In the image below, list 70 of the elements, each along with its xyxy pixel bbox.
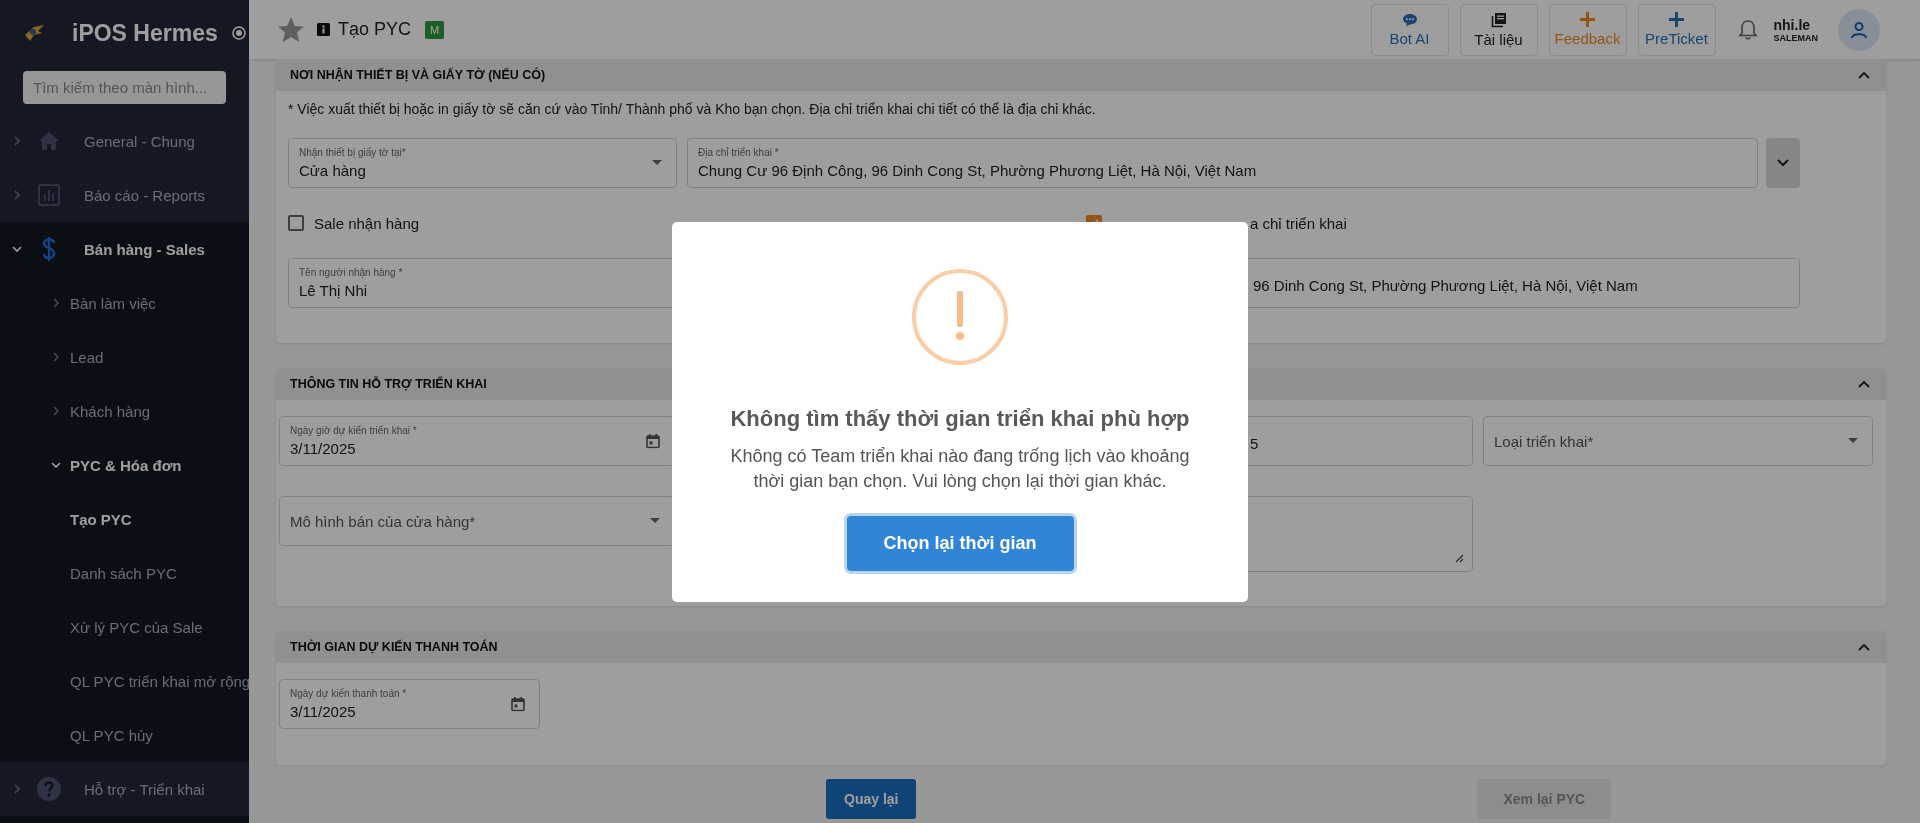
- section-header[interactable]: NƠI NHẬN THIẾT BỊ VÀ GIẤY TỜ (NẾU CÓ): [276, 59, 1886, 91]
- caret-icon: [12, 190, 22, 200]
- form-button[interactable]: Quay lại: [826, 779, 917, 819]
- toolbar-button[interactable]: PreTicket: [1637, 3, 1716, 56]
- dialog-title: Không tìm thấy thời gian triển khai phù hợp: [730, 405, 1190, 432]
- menu-item[interactable]: General - Chung: [0, 114, 249, 168]
- bell-icon[interactable]: [1737, 18, 1758, 41]
- caret-icon: [51, 460, 61, 470]
- checkbox-label: a chỉ triển khai: [1250, 214, 1347, 232]
- documents-icon: [1490, 11, 1507, 28]
- date-field[interactable]: Ngày giờ dự kiến triển khai * 3/11/2025: [279, 416, 675, 466]
- chart-icon: [36, 184, 62, 206]
- chevron-icon: [1777, 159, 1789, 167]
- star-icon: [277, 15, 305, 44]
- search-field[interactable]: Tìm kiếm theo màn hình...: [23, 71, 226, 104]
- toolbar-button[interactable]: Feedback: [1548, 3, 1627, 56]
- calendar-icon: [511, 696, 525, 712]
- caret-icon: [12, 784, 22, 794]
- help-icon: [36, 777, 62, 801]
- caret-icon: [12, 136, 22, 146]
- caret-icon: [51, 298, 61, 308]
- confirm-button[interactable]: Chọn lại thời gian: [846, 515, 1074, 571]
- toolbar-button[interactable]: Tài liệu: [1459, 3, 1538, 56]
- menu-item[interactable]: Khách hàng: [0, 384, 249, 438]
- checkbox[interactable]: [288, 215, 304, 231]
- user-name: nhi.le: [1773, 16, 1812, 33]
- person-icon: [1850, 20, 1868, 39]
- menu-item[interactable]: QL PYC triển khai mở rộng: [0, 654, 249, 708]
- select-field[interactable]: Mô hình bán của cửa hàng*: [279, 496, 675, 546]
- menu-item[interactable]: Tạo PYC: [0, 492, 249, 546]
- menu-item[interactable]: QL PYC hủy: [0, 708, 249, 762]
- section-header[interactable]: THỜI GIAN DỰ KIẾN THANH TOÁN: [276, 631, 1886, 663]
- select-field[interactable]: Nhận thiết bị giấy tờ tại* Cửa hàng: [288, 138, 677, 188]
- dialog-message: Không có Team triển khai nào đang trống lịch vào khoảng thời gian bạn chọn. Vui lòng chọn lại thời gian khác.: [729, 444, 1191, 493]
- select-field[interactable]: Loại triển khai*: [1483, 416, 1873, 466]
- badge: M: [425, 20, 445, 39]
- menu-item[interactable]: Bàn làm việc: [0, 276, 249, 330]
- caret-icon: [51, 352, 61, 362]
- note-text: * Việc xuất thiết bị hoặc in giấy tờ sẽ căn cứ vào Tỉnh/ Thành phố và Kho bạn chọn. Địa chỉ triển khai chi tiết có thể là địa chỉ khác.: [288, 100, 1097, 118]
- menu-item[interactable]: Danh sách PYC: [0, 546, 249, 600]
- plus-icon: [1580, 12, 1595, 27]
- radio-icon[interactable]: [231, 26, 246, 40]
- plus-icon: [1669, 12, 1684, 27]
- caret-icon: [650, 518, 660, 524]
- info-icon: [317, 23, 330, 36]
- menu-item[interactable]: Báo cáo - Reports: [0, 168, 249, 222]
- caret-icon: [652, 160, 662, 166]
- warning-icon: [911, 267, 1009, 366]
- checkbox-label: Sale nhận hàng: [314, 214, 420, 232]
- menu-item[interactable]: Bán hàng - Sales: [0, 222, 249, 276]
- date-field[interactable]: Ngày dự kiến thanh toán * 3/11/2025: [279, 679, 540, 729]
- user-role: SALEMAN: [1773, 32, 1818, 43]
- menu-item[interactable]: Xử lý PYC của Sale: [0, 600, 249, 654]
- page-title: Tạo PYC: [338, 19, 412, 40]
- caret-icon: [51, 406, 61, 416]
- avatar[interactable]: [1838, 8, 1880, 51]
- chat-icon: [1401, 12, 1418, 27]
- caret-icon: [1848, 438, 1858, 444]
- caret-icon: [1858, 71, 1870, 79]
- input-field[interactable]: Địa chỉ triển khai * Chung Cư 96 Định Công, 96 Dinh Cong St, Phường Phương Liệt, Hà Nội, Việt Nam: [687, 138, 1758, 188]
- menu-item[interactable]: Lead: [0, 330, 249, 384]
- toolbar-button[interactable]: Bot AI: [1370, 3, 1449, 56]
- menu-item[interactable]: Hỗ trợ - Triển khai: [0, 762, 249, 816]
- caret-icon: [1858, 643, 1870, 651]
- caret-icon: [12, 244, 22, 254]
- caret-icon: [1858, 380, 1870, 388]
- calendar-icon: [646, 433, 660, 449]
- menu-item[interactable]: PYC & Hóa đơn: [0, 438, 249, 492]
- app-title: iPOS Hermes: [72, 19, 218, 47]
- resize-handle-icon[interactable]: [1455, 554, 1464, 563]
